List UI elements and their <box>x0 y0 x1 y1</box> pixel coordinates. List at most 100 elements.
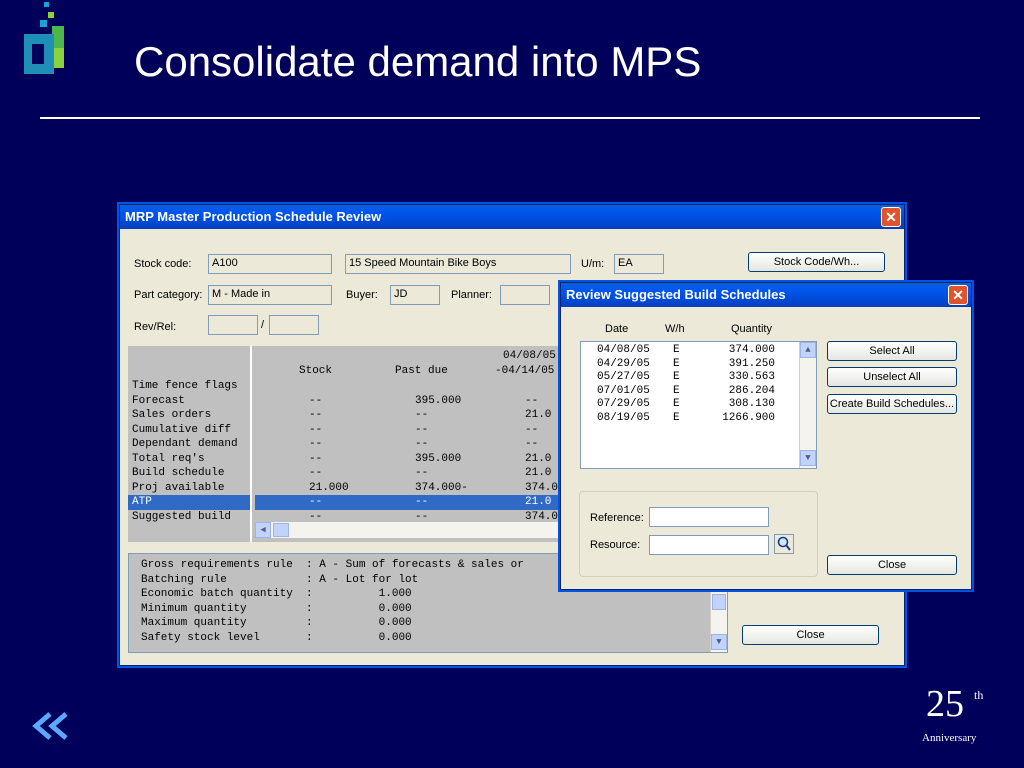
reference-label: Reference: <box>590 512 644 524</box>
grid-row-label[interactable]: Time fence flags <box>128 379 250 394</box>
mps-window-titlebar[interactable]: MRP Master Production Schedule Review <box>120 205 904 229</box>
build-schedule-list[interactable]: 04/08/05 E 374.000 04/29/05 E 391.250 05/27/05… <box>580 341 817 469</box>
grid-row-label[interactable]: Cumulative diff <box>128 423 250 438</box>
schedule-cell-qty: 330.563 <box>728 371 775 383</box>
grid-cell-past-due: -- <box>415 467 429 479</box>
stock-column-header: Stock <box>299 365 333 377</box>
wh-column-header: W/h <box>665 323 685 335</box>
stock-code-field[interactable]: A100 <box>208 254 332 274</box>
rev-field <box>208 315 258 335</box>
grid-cell-past-due: -- <box>415 423 429 436</box>
resource-label: Resource: <box>590 539 641 551</box>
scroll-left-icon[interactable]: ◀ <box>255 522 271 538</box>
grid-cell-period: 21.0 <box>525 496 552 508</box>
grid-cell-stock: -- <box>309 423 323 436</box>
stock-code-label: Stock code: <box>134 258 192 270</box>
past-due-column-header: Past due <box>395 365 448 377</box>
close-icon[interactable]: ✕ <box>881 207 901 227</box>
grid-cell-past-due: -- <box>415 409 429 421</box>
info-scroll-thumb[interactable] <box>712 594 726 610</box>
grid-cell-period: 374.0 <box>525 481 559 494</box>
scroll-down-icon[interactable]: ▼ <box>800 450 816 466</box>
company-logo <box>22 0 70 80</box>
grid-cell-period: 21.0 <box>525 467 552 479</box>
grid-cell-past-due: -- <box>415 496 429 508</box>
scroll-up-icon[interactable]: ▲ <box>800 342 816 358</box>
grid-cell-period: 21.0 <box>525 409 552 421</box>
anniversary-number: 25 <box>926 683 964 725</box>
planner-field <box>500 285 550 305</box>
grid-cell-past-due: -- <box>415 438 429 450</box>
schedule-cell-qty: 1266.900 <box>722 411 775 424</box>
schedule-row[interactable]: 07/01/05 E 286.204 <box>581 385 816 399</box>
grid-cell-stock: -- <box>309 409 323 421</box>
grid-row-label[interactable]: Suggested build <box>128 510 250 525</box>
grid-row-label[interactable]: Sales orders <box>128 408 250 423</box>
grid-cell-period: -- <box>525 423 539 436</box>
part-category-label: Part category: <box>134 289 203 301</box>
rev-rel-label: Rev/Rel: <box>134 321 177 333</box>
grid-row-label[interactable]: Total req's <box>128 452 250 467</box>
search-icon[interactable] <box>774 534 794 554</box>
grid-cell-period: -- <box>525 438 539 450</box>
grid-cell-past-due: 395.000 <box>415 452 462 465</box>
close-button[interactable]: Close <box>742 625 879 645</box>
buyer-field: JD <box>390 285 440 305</box>
grid-row-label[interactable]: Dependant demand <box>128 437 250 452</box>
slide-title: Consolidate demand into MPS <box>134 38 702 85</box>
row-label-column: Time fence flags Forecast Sales orders Cumu… <box>128 346 252 542</box>
grid-row-label[interactable]: Build schedule <box>128 466 250 481</box>
unselect-all-button[interactable]: Unselect All <box>827 367 957 387</box>
select-all-button[interactable]: Select All <box>827 341 957 361</box>
grid-cell-stock: -- <box>309 452 323 465</box>
schedule-cell-wh: E <box>673 411 680 424</box>
quantity-column-header: Quantity <box>731 323 772 335</box>
anniversary-badge: 25 th Anniversary <box>920 682 990 752</box>
schedule-cell-wh: E <box>673 398 680 410</box>
grid-cell-stock: -- <box>309 467 323 479</box>
dialog-title: Review Suggested Build Schedules <box>566 287 786 302</box>
schedule-row[interactable]: 08/19/05 E 1266.900 <box>581 412 816 426</box>
stock-code-wh-button[interactable]: Stock Code/Wh... <box>748 252 885 272</box>
list-vertical-scrollbar[interactable]: ▲ ▼ <box>799 342 816 468</box>
dialog-titlebar[interactable]: Review Suggested Build Schedules <box>561 283 971 307</box>
grid-cell-stock: 21.000 <box>309 481 349 494</box>
back-arrow-icon[interactable] <box>30 712 70 740</box>
schedule-cell-date: 07/01/05 <box>597 384 650 397</box>
schedule-cell-qty: 308.130 <box>728 398 775 410</box>
grid-row-label[interactable]: ATP <box>128 495 250 510</box>
dialog-close-button[interactable]: Close <box>827 555 957 575</box>
schedule-cell-qty: 286.204 <box>728 384 775 397</box>
uom-label: U/m: <box>581 258 605 270</box>
reference-input[interactable] <box>649 507 769 527</box>
stock-description-field: 15 Speed Mountain Bike Boys <box>345 254 571 274</box>
dialog-close-icon[interactable]: ✕ <box>948 285 968 305</box>
grid-cell-past-due: 374.000- <box>415 481 468 494</box>
info-line: Minimum quantity : 0.000 <box>141 602 412 615</box>
resource-input[interactable] <box>649 535 769 555</box>
scroll-down-icon[interactable]: ▼ <box>711 634 727 650</box>
planner-label: Planner: <box>451 289 492 301</box>
schedule-cell-date: 07/29/05 <box>597 398 650 410</box>
period-header-line1: 04/08/05 <box>503 350 556 362</box>
grid-cell-past-due: 395.000 <box>415 394 462 407</box>
period-header-line2: -04/14/05 <box>495 365 555 377</box>
grid-row-label[interactable]: Proj available <box>128 481 250 496</box>
schedule-row[interactable]: 05/27/05 E 330.563 <box>581 371 816 385</box>
schedule-cell-date: 04/08/05 <box>597 344 650 356</box>
schedule-row[interactable]: 07/29/05 E 308.130 <box>581 398 816 412</box>
horizontal-scroll-thumb[interactable] <box>273 523 289 537</box>
rel-field <box>269 315 319 335</box>
schedule-row[interactable]: 04/08/05 E 374.000 <box>581 344 816 358</box>
info-line: Maximum quantity : 0.000 <box>141 617 412 629</box>
part-category-field: M - Made in <box>208 285 332 305</box>
review-suggested-build-schedules-dialog: Review Suggested Build Schedules ✕ Date … <box>560 282 972 590</box>
create-build-schedules-button[interactable]: Create Build Schedules... <box>827 394 957 414</box>
grid-row-label[interactable]: Forecast <box>128 394 250 409</box>
anniversary-suffix: th <box>974 688 984 702</box>
schedule-cell-date: 05/27/05 <box>597 371 650 383</box>
info-line: Safety stock level : 0.000 <box>141 631 412 644</box>
anniversary-label: Anniversary <box>922 732 977 744</box>
date-column-header: Date <box>605 323 629 335</box>
schedule-row[interactable]: 04/29/05 E 391.250 <box>581 358 816 372</box>
